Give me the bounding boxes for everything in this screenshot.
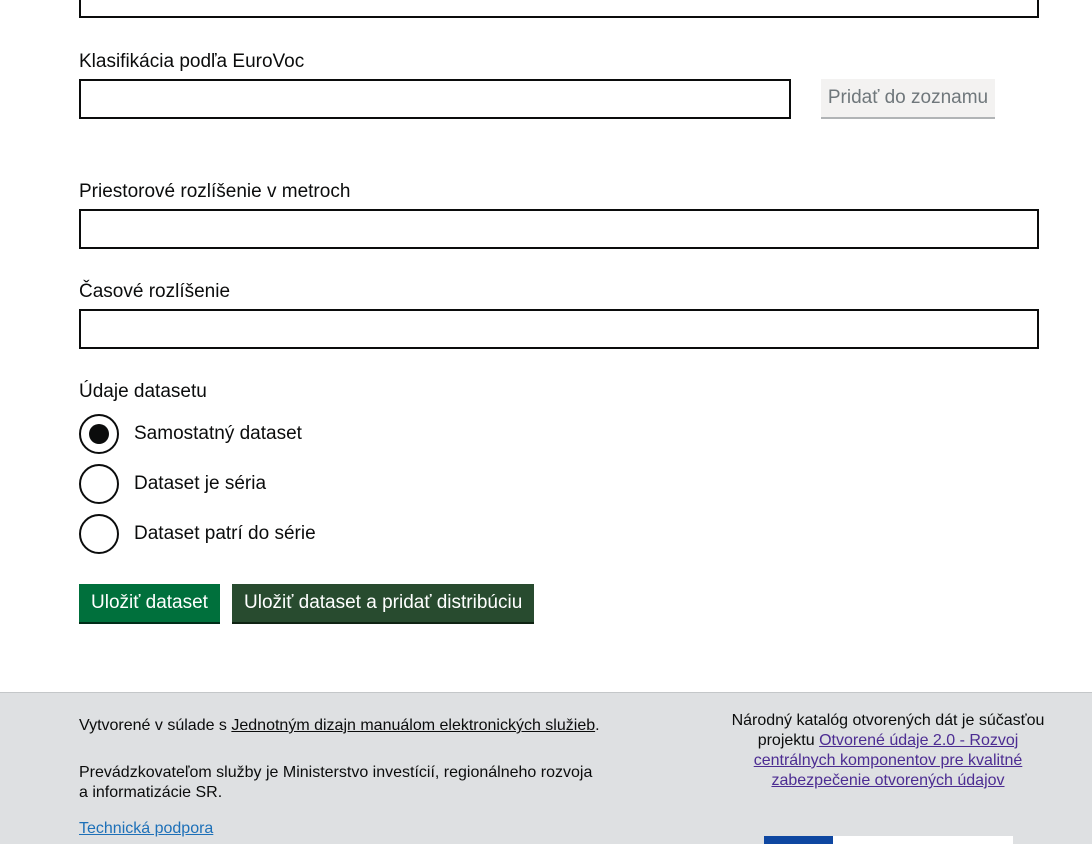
- add-to-list-button[interactable]: Pridať do zoznamu: [821, 79, 995, 119]
- radio-button[interactable]: [79, 514, 119, 554]
- save-dataset-button[interactable]: Uložiť dataset: [79, 584, 220, 624]
- created-suffix: .: [595, 717, 600, 734]
- dataset-type-label: Údaje datasetu: [79, 381, 207, 402]
- radio-button[interactable]: [79, 464, 119, 504]
- radio-button-checked[interactable]: [79, 414, 119, 454]
- radio-label: Dataset patrí do série: [134, 523, 316, 544]
- save-and-add-distribution-button[interactable]: Uložiť dataset a pridať distribúciu: [232, 584, 535, 624]
- previous-field-input[interactable]: [79, 0, 1039, 18]
- footer: Vytvorené v súlade s Jednotným dizajn ma…: [0, 692, 1092, 844]
- temporal-resolution-input[interactable]: [79, 309, 1039, 349]
- created-prefix: Vytvorené v súlade s: [79, 717, 232, 734]
- footer-catalog-text: Národný katalóg otvorených dát je súčasť…: [730, 711, 1046, 791]
- radio-label: Dataset je séria: [134, 473, 267, 494]
- eurovoc-label: Klasifikácia podľa EuroVoc: [79, 51, 305, 72]
- spatial-resolution-input[interactable]: [79, 209, 1039, 249]
- radio-label: Samostatný dataset: [134, 423, 302, 444]
- spatial-resolution-label: Priestorové rozlíšenie v metroch: [79, 181, 351, 202]
- technical-support-link[interactable]: Technická podpora: [79, 819, 213, 839]
- footer-operator-text: Prevádzkovateľom služby je Ministerstvo …: [79, 764, 593, 801]
- temporal-resolution-label: Časové rozlíšenie: [79, 281, 231, 302]
- design-manual-link[interactable]: Jednotným dizajn manuálom elektronických…: [231, 717, 595, 734]
- footer-created-text: Vytvorené v súlade s Jednotným dizajn ma…: [79, 716, 639, 736]
- eurovoc-input[interactable]: [79, 79, 791, 119]
- radio-dot: [89, 424, 109, 444]
